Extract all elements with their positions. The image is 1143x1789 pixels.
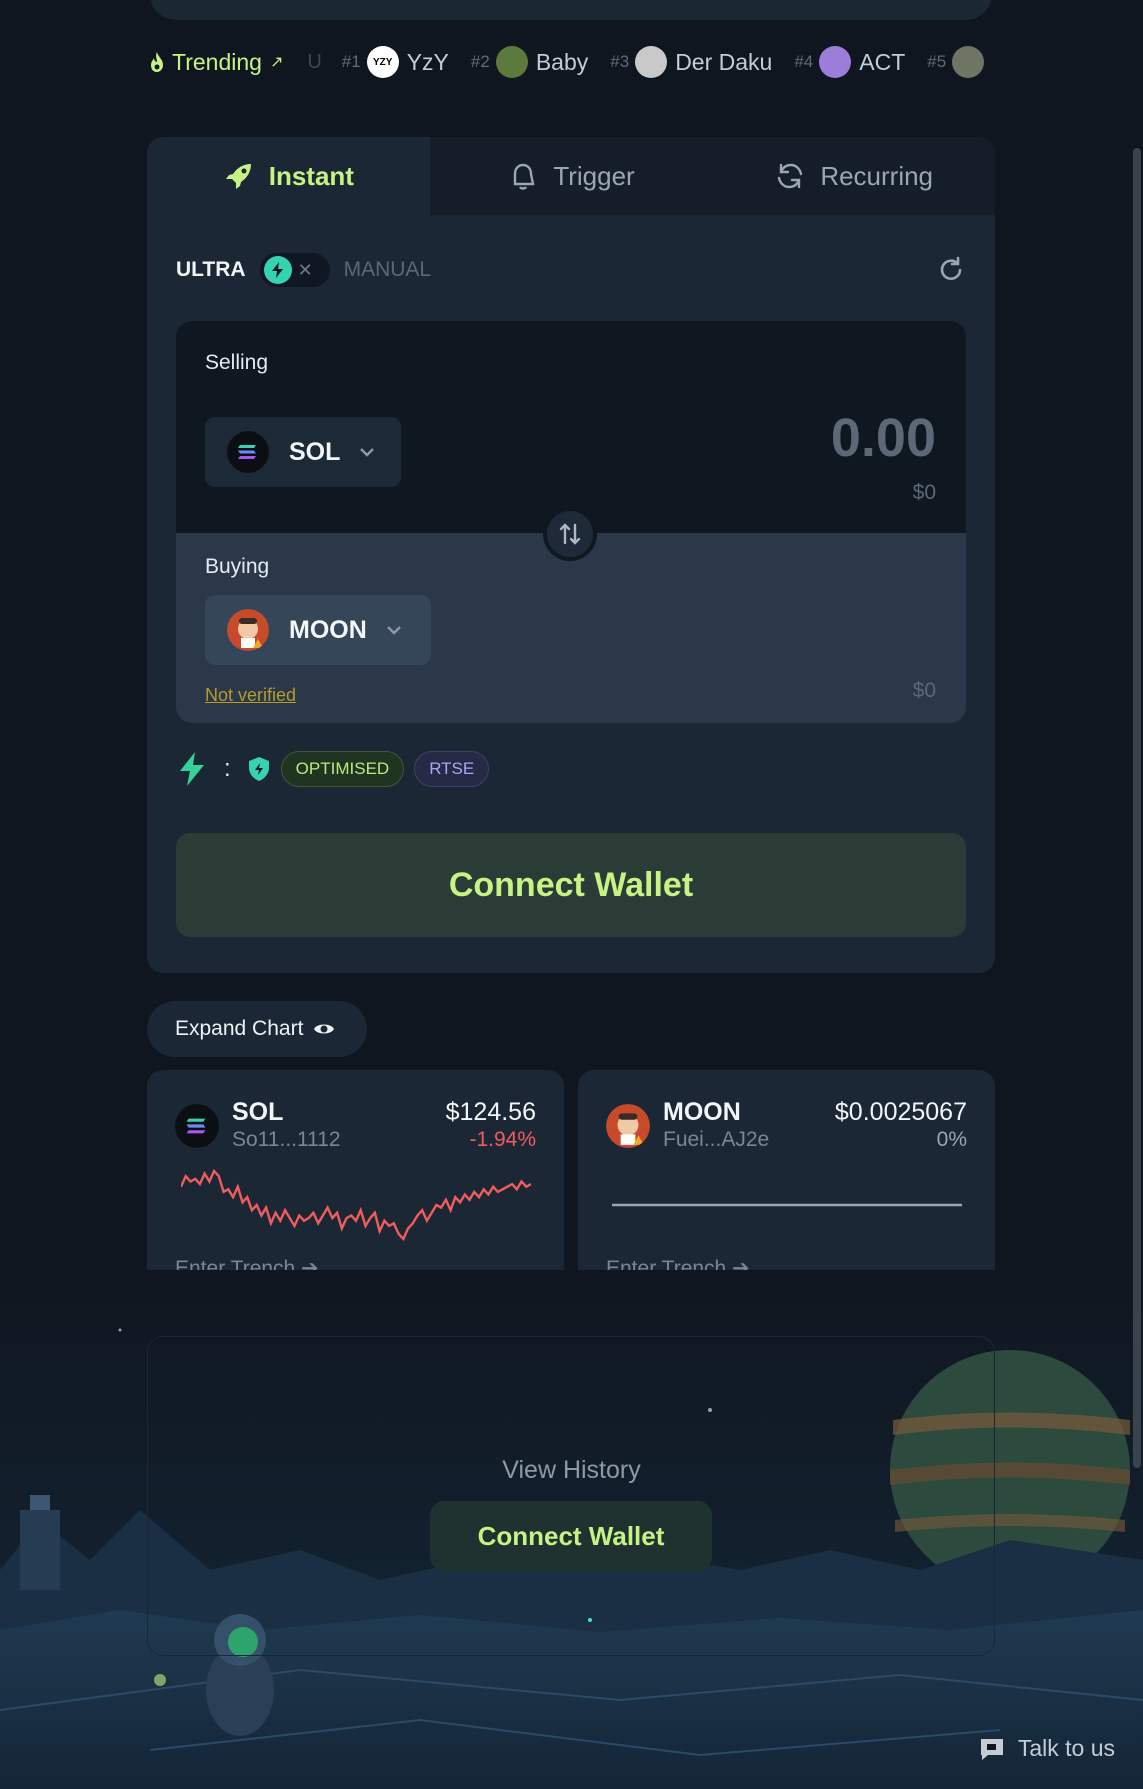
token-logo-icon — [819, 46, 852, 78]
buy-token-select[interactable]: MOON — [205, 595, 431, 665]
eye-icon — [314, 1024, 335, 1034]
sell-token-select[interactable]: SOL — [205, 417, 401, 487]
trending-item[interactable]: #2 Baby — [471, 46, 588, 78]
price-sparkline — [612, 1203, 962, 1207]
trending-link[interactable]: Trending ↗ — [148, 49, 283, 76]
selling-label: Selling — [205, 351, 269, 374]
talk-label: Talk to us — [1017, 1735, 1115, 1761]
trending-name: YzY — [406, 48, 449, 75]
scrollbar[interactable] — [1133, 148, 1141, 1468]
route-colon: : — [224, 755, 231, 782]
card-price: $124.56 — [445, 1098, 536, 1126]
trending-item[interactable]: #1 YZY YzY — [342, 46, 449, 78]
token-logo-icon: YZY — [366, 46, 399, 78]
sparkline-path — [181, 1168, 531, 1242]
tools-icon: ✕ — [297, 259, 313, 280]
ultra-manual-toggle[interactable]: ✕ — [259, 253, 330, 287]
trending-label: Trending — [172, 48, 262, 75]
sol-logo-icon — [227, 431, 269, 473]
price-sparkline — [181, 1168, 531, 1242]
trending-rank: #5 — [927, 52, 947, 71]
trending-bar: Trending ↗ U #1 YZY YzY #2 Baby #3 Der Daku #4 A… — [148, 44, 998, 80]
optimised-badge: OPTIMISED — [280, 751, 405, 787]
card-symbol: SOL — [232, 1098, 284, 1126]
token-logo-icon — [952, 46, 985, 78]
trending-rank: #3 — [610, 52, 630, 71]
chevron-down-icon — [360, 448, 375, 457]
sol-logo-icon — [175, 1104, 219, 1148]
trending-item[interactable]: #4 ACT — [794, 46, 905, 78]
sell-token-symbol: SOL — [289, 437, 341, 466]
buying-panel: Buying MOON Not verified $0 — [176, 533, 966, 723]
card-change: 0% — [936, 1128, 967, 1151]
mode-row: ULTRA ✕ MANUAL — [176, 253, 966, 287]
card-price: $0.0025067 — [834, 1098, 967, 1126]
talk-to-us-button[interactable]: Talk to us — [978, 1735, 1115, 1762]
history-connect-wallet-button[interactable]: Connect Wallet — [430, 1501, 712, 1571]
trending-rank: #1 — [341, 52, 361, 71]
tab-trigger[interactable]: Trigger — [430, 137, 713, 215]
trending-separator: U — [307, 50, 322, 73]
rocket-icon — [225, 164, 251, 189]
trending-rank: #2 — [470, 52, 490, 71]
swap-arrows-icon — [559, 523, 581, 545]
chat-icon — [980, 1738, 1003, 1760]
rtse-badge: RTSE — [414, 751, 490, 787]
moon-logo-icon — [227, 609, 269, 651]
route-row: : OPTIMISED RTSE — [176, 749, 490, 789]
tab-instant[interactable]: Instant — [147, 137, 430, 215]
flame-icon — [151, 52, 163, 72]
swap-card: Instant Trigger Recurring ULTRA ✕ MANUAL… — [147, 137, 995, 973]
moon-logo-icon — [606, 1104, 650, 1148]
trending-name: Baby — [535, 48, 589, 75]
trending-item[interactable]: #5 — [927, 46, 992, 78]
token-logo-icon — [495, 46, 528, 78]
external-arrow-icon: ↗ — [269, 54, 284, 71]
expand-chart-button[interactable]: Expand Chart — [147, 1001, 367, 1057]
ultra-mode-label[interactable]: ULTRA — [176, 258, 246, 282]
card-change: -1.94% — [469, 1128, 536, 1151]
bolt-icon — [263, 256, 292, 284]
chevron-down-icon — [386, 626, 401, 635]
card-symbol: MOON — [663, 1098, 741, 1126]
card-address: Fuei...AJ2e — [663, 1128, 770, 1151]
buying-label: Buying — [205, 555, 270, 578]
bell-icon — [514, 163, 535, 190]
shield-icon — [248, 757, 269, 781]
sell-usd-value: $0 — [912, 481, 936, 504]
tab-instant-label: Instant — [268, 160, 354, 191]
trending-item[interactable]: #3 Der Daku — [610, 46, 772, 78]
trending-name: ACT — [859, 48, 906, 75]
swap-tabs: Instant Trigger Recurring — [147, 137, 995, 215]
trending-rank: #4 — [794, 52, 814, 71]
card-address: So11...1112 — [232, 1128, 341, 1151]
not-verified-warning[interactable]: Not verified — [205, 685, 296, 706]
view-history-label: View History — [502, 1456, 641, 1484]
buy-token-symbol: MOON — [289, 615, 367, 644]
buy-usd-value: $0 — [912, 679, 936, 702]
recurring-icon — [778, 163, 803, 189]
connect-wallet-button[interactable]: Connect Wallet — [176, 833, 966, 937]
refresh-icon[interactable] — [936, 255, 966, 285]
swap-direction-button[interactable] — [543, 507, 597, 561]
tab-trigger-label: Trigger — [553, 160, 635, 191]
tab-recurring[interactable]: Recurring — [712, 137, 995, 215]
selling-panel: Selling SOL 0.00 $0 — [176, 321, 966, 533]
tab-recurring-label: Recurring — [820, 160, 934, 191]
top-search-bar[interactable] — [150, 0, 992, 20]
expand-chart-label: Expand Chart — [175, 1017, 304, 1040]
token-logo-icon — [635, 46, 668, 78]
manual-mode-label[interactable]: MANUAL — [344, 258, 432, 282]
sell-amount-input[interactable]: 0.00 — [831, 407, 936, 469]
bolt-icon — [180, 752, 204, 786]
trending-name: Der Daku — [675, 48, 773, 75]
history-panel — [147, 1336, 995, 1656]
